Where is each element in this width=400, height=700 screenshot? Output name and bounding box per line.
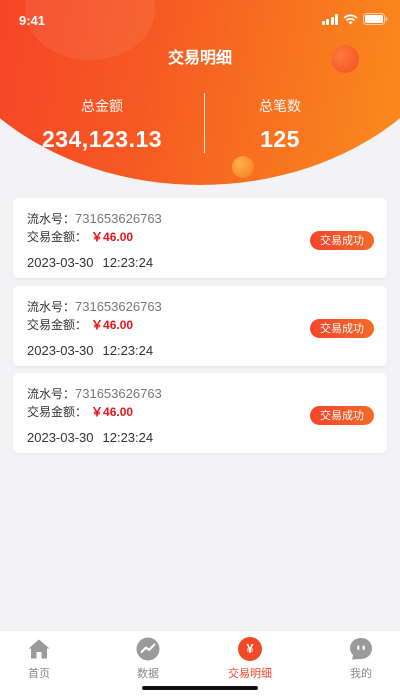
profile-icon — [350, 638, 372, 660]
tab-label: 数据 — [137, 667, 159, 680]
amount-value: ￥46.00 — [91, 318, 134, 332]
status-badge: 交易成功 — [310, 231, 374, 250]
tab-label: 交易明细 — [228, 667, 272, 680]
serial-label: 流水号： — [27, 300, 76, 314]
status-icons — [321, 11, 389, 25]
chart-icon — [136, 637, 160, 661]
battery-icon — [363, 13, 388, 25]
tab-transactions[interactable]: ¥ 交易明细 — [220, 637, 280, 681]
transaction-card[interactable]: 流水号：731653626763 交易金额： ￥46.00 2023-03-30 1… — [13, 373, 387, 453]
serial-row: 流水号：731653626763 — [27, 385, 162, 402]
transaction-time: 12:23:24 — [102, 255, 154, 270]
datetime-row: 2023-03-30 12:23:24 — [27, 255, 153, 270]
serial-number: 731653626763 — [75, 386, 162, 401]
serial-row: 流水号：731653626763 — [27, 210, 162, 227]
tab-label: 我的 — [350, 667, 372, 680]
datetime-row: 2023-03-30 12:23:24 — [27, 430, 153, 445]
page-title: 交易明细 — [167, 48, 232, 67]
signal-icon — [321, 14, 338, 25]
transaction-date: 2023-03-30 — [27, 430, 94, 445]
total-count-value: 125 — [260, 126, 300, 152]
header: 9:41 交易明细 总金额 234,123.13 总笔数 125 — [0, 0, 400, 190]
amount-row: 交易金额： ￥46.00 — [27, 316, 133, 333]
amount-label: 交易金额： — [27, 405, 88, 419]
total-amount-label: 总金额 — [81, 99, 123, 115]
amount-label: 交易金额： — [27, 318, 88, 332]
amount-value: ￥46.00 — [91, 230, 134, 244]
home-icon — [28, 639, 50, 659]
status-badge: 交易成功 — [310, 406, 374, 425]
transaction-time: 12:23:24 — [102, 343, 154, 358]
total-count-stat: 总笔数 125 — [205, 96, 355, 153]
transaction-time: 12:23:24 — [102, 430, 154, 445]
serial-label: 流水号： — [27, 212, 76, 226]
tab-data[interactable]: 数据 — [118, 637, 178, 681]
yen-icon: ¥ — [238, 637, 262, 661]
total-count-label: 总笔数 — [259, 99, 301, 115]
tab-home[interactable]: 首页 — [9, 637, 69, 681]
serial-row: 流水号：731653626763 — [27, 298, 162, 315]
amount-row: 交易金额： ￥46.00 — [27, 228, 133, 245]
status-time: 9:41 — [19, 13, 46, 28]
wifi-icon — [343, 14, 358, 25]
decorative-bubble — [232, 156, 254, 178]
status-badge: 交易成功 — [310, 319, 374, 338]
tab-label: 首页 — [28, 667, 50, 680]
amount-row: 交易金额： ￥46.00 — [27, 403, 133, 420]
transaction-card[interactable]: 流水号：731653626763 交易金额： ￥46.00 2023-03-30 1… — [13, 198, 387, 278]
serial-label: 流水号： — [27, 387, 76, 401]
amount-value: ￥46.00 — [91, 405, 134, 419]
transaction-date: 2023-03-30 — [27, 343, 94, 358]
status-bar: 9:41 — [0, 0, 400, 40]
home-indicator — [142, 686, 258, 690]
amount-label: 交易金额： — [27, 230, 88, 244]
total-amount-stat: 总金额 234,123.13 — [0, 96, 204, 153]
total-amount-value: 234,123.13 — [41, 126, 163, 152]
serial-number: 731653626763 — [75, 211, 162, 226]
transaction-card[interactable]: 流水号：731653626763 交易金额： ￥46.00 2023-03-30 1… — [13, 286, 387, 366]
tab-profile[interactable]: 我的 — [331, 637, 391, 681]
transaction-date: 2023-03-30 — [27, 255, 94, 270]
serial-number: 731653626763 — [75, 299, 162, 314]
datetime-row: 2023-03-30 12:23:24 — [27, 343, 153, 358]
